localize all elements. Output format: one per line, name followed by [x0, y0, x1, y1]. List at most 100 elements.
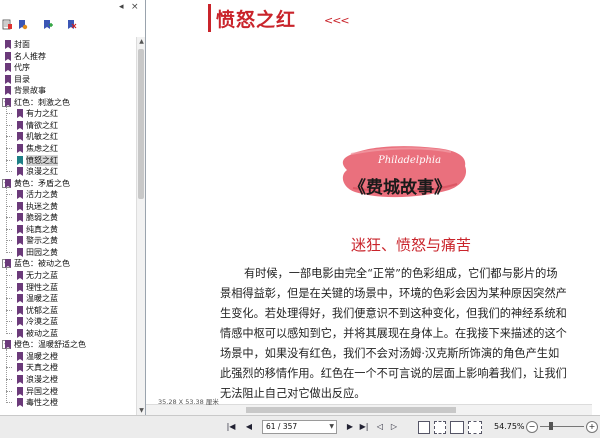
section-title: 迷狂、愤怒与痛苦 — [351, 236, 472, 254]
bookmark-icon — [17, 201, 23, 211]
bookmarks-scrollbar[interactable]: ▲ ▼ — [136, 37, 145, 415]
bookmark-label: 被动之蓝 — [26, 328, 58, 338]
bookmark-icon — [17, 305, 23, 315]
zoom-slider-handle[interactable] — [549, 422, 553, 430]
new-bookmark-icon[interactable] — [42, 19, 53, 30]
continuous-view-icon[interactable] — [434, 421, 446, 434]
bookmark-label: 目录 — [14, 74, 30, 84]
bookmark-icon — [17, 351, 23, 361]
zoom-in-button[interactable]: + — [586, 421, 598, 433]
bookmarks-tree: 封面名人推荐代序目录背景故事−红色：刺激之色有力之红情欲之红机敏之红焦虑之红愤怒… — [0, 37, 136, 415]
paragraph-line: 场景中，如果没有红色，我们不会对汤姆·汉克斯所饰演的角色产生如 — [220, 347, 560, 360]
bookmark-label: 执迷之黄 — [26, 201, 58, 211]
bookmark-icon — [17, 247, 23, 257]
single-page-view-icon[interactable] — [418, 421, 430, 434]
bookmark-label: 愤怒之红 — [26, 154, 58, 166]
paragraph-line: 情感中枢可以感知到它，并将其展现在身体上。在我接下来描述的这个 — [220, 327, 567, 340]
bookmark-icon — [17, 109, 23, 119]
collapse-pane-button[interactable]: ◂ — [119, 2, 124, 12]
page-number-input[interactable]: 61 / 357 ▼ — [262, 420, 337, 434]
tree-connector — [6, 187, 7, 253]
bookmark-icon — [5, 259, 11, 269]
bookmark-label: 焦虑之红 — [26, 143, 58, 153]
bookmark-label: 田园之黄 — [26, 247, 58, 257]
scrollbar-thumb[interactable] — [246, 407, 456, 413]
bookmark-icon — [17, 294, 23, 304]
last-page-icon[interactable]: ▶| — [359, 422, 369, 432]
chapter-title-bar — [208, 4, 211, 32]
page-size-label: 35.28 X 53.38 厘米 — [158, 398, 219, 406]
scroll-down-icon[interactable]: ▼ — [137, 406, 145, 415]
bookmark-label: 浪漫之橙 — [26, 374, 58, 384]
bookmark-label: 无力之蓝 — [26, 271, 58, 280]
bookmark-icon — [17, 363, 23, 373]
bookmark-label: 异国之橙 — [26, 386, 58, 396]
bookmark-label: 有力之红 — [26, 109, 58, 119]
bookmark-label: 机敏之红 — [26, 132, 58, 142]
go-back-icon[interactable]: ◁ — [375, 422, 385, 432]
chevron-down-icon[interactable]: ▼ — [329, 421, 334, 433]
scroll-up-icon[interactable]: ▲ — [137, 37, 145, 46]
bookmark-icon — [5, 51, 11, 61]
bookmark-label: 情欲之红 — [26, 120, 58, 130]
paragraph-line: 此强烈的移情作用。红色在一个不可言说的层面上影响着我们，让我们 — [220, 367, 567, 380]
delete-bookmark-icon[interactable] — [66, 19, 77, 30]
bookmark-label: 浪漫之红 — [26, 167, 58, 177]
bookmarks-pane: ◂ × 封面名人推荐代序目录背景故事−红色：刺激之色有力之红情欲之红机敏之红焦虑… — [0, 0, 146, 415]
bookmark-icon — [17, 317, 23, 327]
bookmark-label: 红色：刺激之色 — [14, 97, 70, 107]
bookmark-icon — [5, 40, 11, 49]
close-pane-button[interactable]: × — [131, 2, 139, 12]
bookmark-label: 天真之橙 — [26, 363, 58, 373]
bookmark-icon — [17, 374, 23, 384]
bookmarks-toolbar: ◂ × — [0, 0, 145, 36]
next-page-icon[interactable]: ▶ — [345, 422, 355, 432]
bookmark-icon — [17, 328, 23, 338]
zoom-slider[interactable] — [540, 426, 584, 427]
bookmark-icon — [5, 86, 11, 96]
zoom-level[interactable]: 54.75% — [494, 422, 525, 431]
go-forward-icon[interactable]: ▷ — [388, 422, 400, 432]
tree-connector — [6, 349, 7, 404]
bookmark-icon — [5, 63, 11, 73]
paragraph-line: 有时候，一部电影由完全“正常”的色彩组成，它们都与影片的场 — [244, 267, 558, 280]
bookmark-label: 活力之黄 — [26, 190, 58, 200]
bookmark-icon — [5, 178, 11, 188]
page-number-value: 61 / 357 — [266, 422, 298, 431]
bookmark-label: 黄色：矛盾之色 — [14, 178, 70, 188]
bookmark-icon — [17, 236, 23, 246]
bookmark-icon — [5, 340, 11, 350]
document-view: 愤怒之红 <<< Philadelphia 《费城故事》 迷狂、愤怒与痛苦 有时… — [146, 0, 600, 415]
bookmark-icon — [17, 271, 23, 280]
banner-english-title: Philadelphia — [378, 155, 442, 166]
bookmark-icon — [17, 386, 23, 396]
bookmark-label: 背景故事 — [14, 86, 46, 96]
bookmark-icon — [17, 282, 23, 292]
status-bar: |◀ ◀ 61 / 357 ▼ ▶ ▶| ◁ ▷ 54.75% − + — [0, 415, 600, 438]
bookmark-label: 橙色：温暖舒适之色 — [14, 340, 86, 350]
bookmark-label: 温暖之蓝 — [26, 294, 58, 304]
bookmark-label: 温暖之橙 — [26, 351, 58, 361]
previous-page-icon[interactable]: ◀ — [244, 422, 254, 432]
expand-bookmark-icon[interactable] — [17, 19, 28, 30]
bookmark-label: 忧郁之蓝 — [26, 305, 58, 315]
zoom-out-button[interactable]: − — [526, 421, 538, 433]
bookmark-label: 脆弱之黄 — [26, 213, 58, 223]
bookmark-label: 冷漠之蓝 — [26, 317, 58, 327]
first-page-icon[interactable]: |◀ — [226, 422, 236, 432]
bookmark-icon — [17, 143, 23, 153]
bookmark-label: 代序 — [14, 63, 30, 73]
paragraph-line: 无法阻止自己对它做出反应。 — [220, 387, 366, 400]
document-page: 愤怒之红 <<< Philadelphia 《费城故事》 迷狂、愤怒与痛苦 有时… — [156, 0, 590, 404]
bookmark-label: 封面 — [14, 40, 30, 49]
bookmark-icon — [17, 190, 23, 200]
continuous-facing-view-icon[interactable] — [468, 421, 482, 434]
bookmark-label: 蓝色：被动之色 — [14, 259, 70, 269]
scrollbar-thumb[interactable] — [138, 49, 144, 199]
bookmark-icon — [17, 224, 23, 234]
bookmark-options-icon[interactable] — [2, 19, 13, 30]
facing-view-icon[interactable] — [450, 421, 464, 434]
bookmark-icon — [17, 120, 23, 130]
bookmark-icon — [17, 155, 23, 165]
bookmark-label: 毒性之橙 — [26, 398, 58, 408]
